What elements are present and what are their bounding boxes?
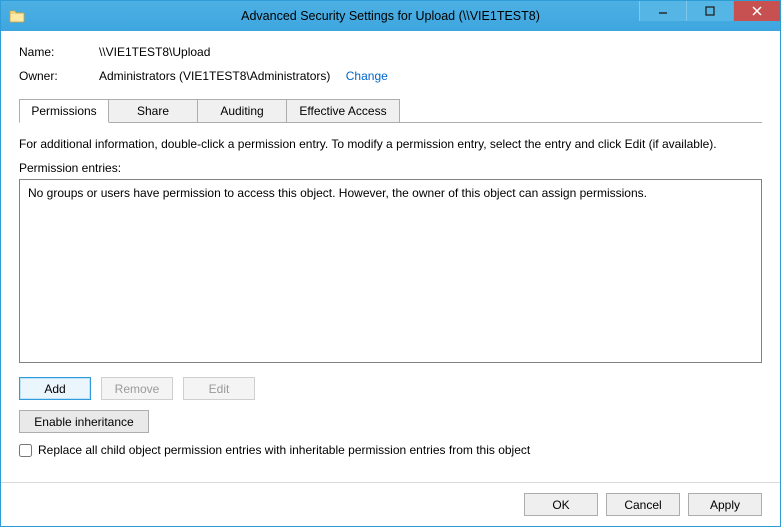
tab-share[interactable]: Share (108, 99, 198, 123)
owner-value: Administrators (VIE1TEST8\Administrators… (99, 69, 330, 83)
replace-children-label: Replace all child object permission entr… (38, 443, 530, 457)
name-value: \\VIE1TEST8\Upload (99, 45, 762, 59)
minimize-button[interactable] (639, 1, 686, 21)
maximize-button[interactable] (686, 1, 733, 21)
tab-effective-access[interactable]: Effective Access (286, 99, 400, 123)
window-controls (639, 1, 780, 31)
name-label: Name: (19, 45, 99, 59)
owner-row: Owner: Administrators (VIE1TEST8\Adminis… (19, 69, 762, 83)
replace-children-row[interactable]: Replace all child object permission entr… (19, 443, 762, 457)
name-row: Name: \\VIE1TEST8\Upload (19, 45, 762, 59)
tabstrip: Permissions Share Auditing Effective Acc… (19, 99, 762, 123)
folder-icon (9, 8, 25, 24)
tab-auditing[interactable]: Auditing (197, 99, 287, 123)
permission-entries-list[interactable]: No groups or users have permission to ac… (19, 179, 762, 363)
empty-entries-message: No groups or users have permission to ac… (28, 186, 753, 200)
replace-children-checkbox[interactable] (19, 444, 32, 457)
titlebar: Advanced Security Settings for Upload (\… (1, 1, 780, 31)
cancel-button[interactable]: Cancel (606, 493, 680, 516)
apply-button[interactable]: Apply (688, 493, 762, 516)
owner-label: Owner: (19, 69, 99, 83)
entry-buttons-row: Add Remove Edit (19, 377, 762, 400)
owner-value-wrap: Administrators (VIE1TEST8\Administrators… (99, 69, 762, 83)
instructions-text: For additional information, double-click… (19, 137, 762, 151)
add-button[interactable]: Add (19, 377, 91, 400)
remove-button: Remove (101, 377, 173, 400)
tab-permissions[interactable]: Permissions (19, 99, 109, 123)
edit-button: Edit (183, 377, 255, 400)
close-button[interactable] (733, 1, 780, 21)
content-area: Name: \\VIE1TEST8\Upload Owner: Administ… (1, 31, 780, 482)
dialog-footer: OK Cancel Apply (1, 482, 780, 526)
entries-label: Permission entries: (19, 161, 762, 175)
change-owner-link[interactable]: Change (346, 69, 388, 83)
inheritance-row: Enable inheritance (19, 410, 762, 433)
ok-button[interactable]: OK (524, 493, 598, 516)
enable-inheritance-button[interactable]: Enable inheritance (19, 410, 149, 433)
window-frame: Advanced Security Settings for Upload (\… (0, 0, 781, 527)
